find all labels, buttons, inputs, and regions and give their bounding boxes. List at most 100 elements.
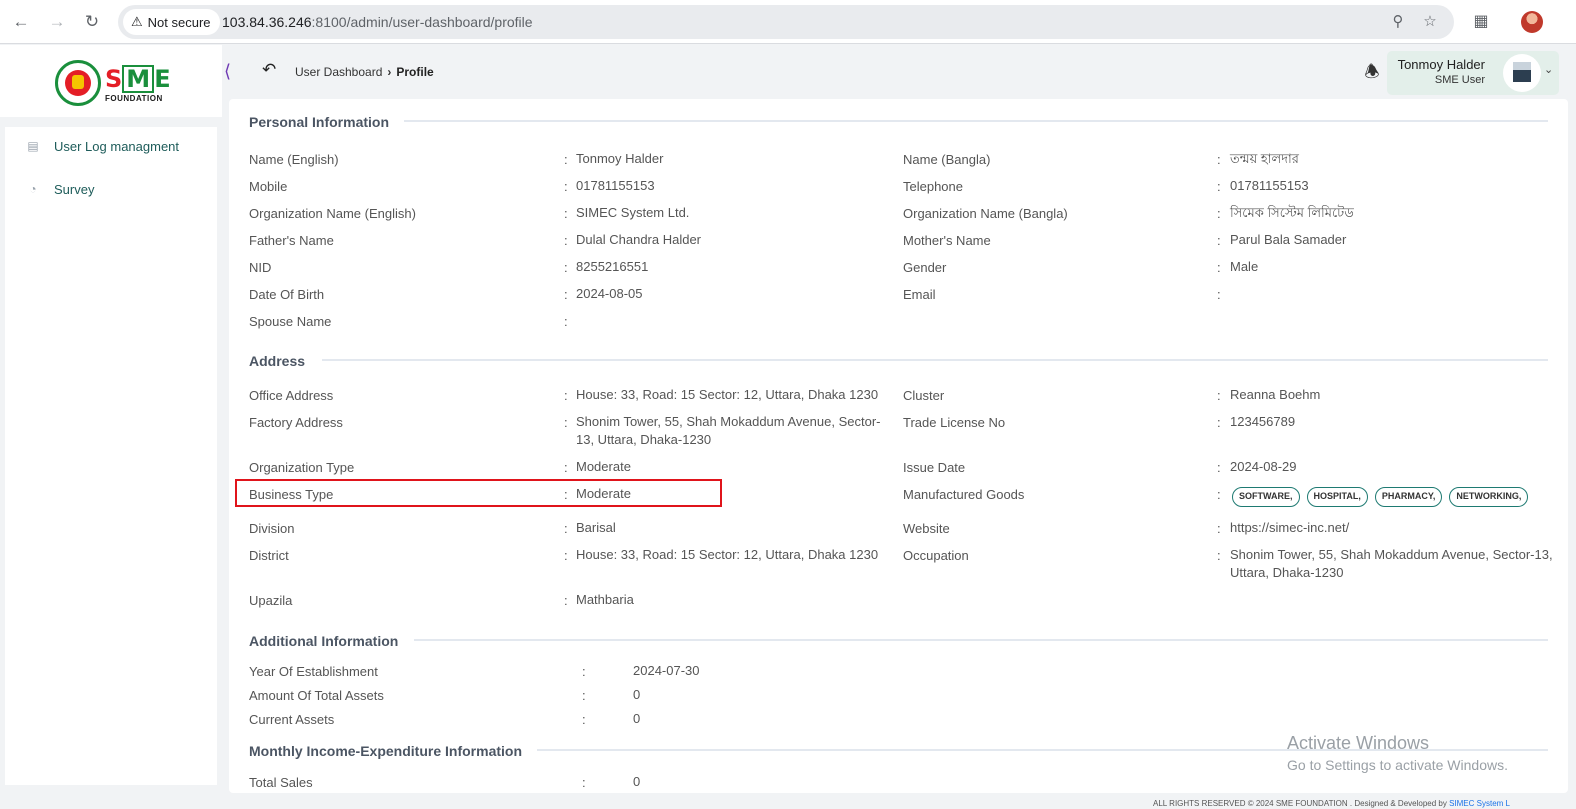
reload-icon[interactable]: ↻ bbox=[81, 11, 103, 33]
back-icon[interactable]: ← bbox=[10, 11, 32, 33]
field-value: Parul Bala Samader bbox=[1230, 232, 1347, 247]
field-value: House: 33, Road: 15 Sector: 12, Uttara, … bbox=[576, 387, 879, 402]
field-label: Website bbox=[903, 521, 950, 536]
url-path: :8100/admin/user-dashboard/profile bbox=[311, 14, 533, 30]
field-label: District bbox=[249, 548, 289, 563]
field-value: 0 bbox=[633, 774, 641, 789]
colon: : bbox=[582, 712, 586, 727]
avatar bbox=[1503, 54, 1541, 92]
logo-subtitle: FOUNDATION bbox=[105, 94, 163, 103]
website-link[interactable]: https://simec-inc.net/ bbox=[1230, 519, 1349, 537]
colon: : bbox=[564, 314, 568, 329]
address-bar[interactable]: ⚠ Not secure 103.84.36.246:8100/admin/us… bbox=[118, 5, 1454, 39]
breadcrumb: User Dashboard › Profile bbox=[295, 65, 434, 79]
field-label: Manufactured Goods bbox=[903, 487, 1025, 502]
field-value: Shonim Tower, 55, Shah Mokaddum Avenue, … bbox=[576, 414, 881, 447]
colon: : bbox=[1217, 388, 1221, 403]
field-label: Spouse Name bbox=[249, 314, 332, 329]
field-value: 123456789 bbox=[1230, 414, 1296, 429]
field-label: NID bbox=[249, 260, 272, 275]
undo-back-icon[interactable]: ↶ bbox=[262, 60, 280, 80]
field-value: 01781155153 bbox=[1230, 178, 1309, 193]
field-value: Mathbaria bbox=[576, 592, 634, 607]
colon: : bbox=[1217, 206, 1221, 221]
field-value: তন্ময় হালদার bbox=[1230, 151, 1299, 166]
colon: : bbox=[1217, 460, 1221, 475]
sidebar-item-survey[interactable]: ◔ Survey bbox=[5, 172, 217, 206]
footer-brand-link[interactable]: SIMEC System L bbox=[1449, 799, 1510, 808]
browser-profile-avatar[interactable] bbox=[1521, 11, 1543, 33]
field-label: Date Of Birth bbox=[249, 287, 325, 302]
sidebar: ▤ User Log managment ◔ Survey bbox=[5, 127, 217, 785]
field-value: Reanna Boehm bbox=[1230, 387, 1321, 402]
url-text[interactable]: 103.84.36.246:8100/admin/user-dashboard/… bbox=[222, 14, 533, 30]
url-host: 103.84.36.246 bbox=[222, 14, 312, 30]
field-value: 2024-08-29 bbox=[1230, 459, 1297, 474]
field-label: Business Type bbox=[249, 487, 334, 502]
colon: : bbox=[564, 548, 568, 563]
section-title-address: Address bbox=[249, 353, 306, 369]
colon: : bbox=[564, 487, 568, 502]
sidebar-item-label: Survey bbox=[54, 181, 95, 197]
field-label: Occupation bbox=[903, 548, 969, 563]
breadcrumb-user-dashboard[interactable]: User Dashboard bbox=[295, 65, 382, 79]
field-value: 0 bbox=[633, 711, 641, 726]
field-label: Father's Name bbox=[249, 233, 334, 248]
field-value: 2024-07-30 bbox=[633, 663, 700, 678]
zoom-icon[interactable]: ⚲ bbox=[1388, 12, 1408, 32]
colon: : bbox=[582, 775, 586, 790]
field-value: House: 33, Road: 15 Sector: 12, Uttara, … bbox=[576, 547, 879, 562]
field-label: Organization Name (Bangla) bbox=[903, 206, 1068, 221]
sidebar-collapse-icon[interactable]: ⟨ bbox=[224, 60, 240, 82]
colon: : bbox=[564, 521, 568, 536]
sme-foundation-logo[interactable]: SME FOUNDATION bbox=[105, 63, 171, 103]
field-label: Name (Bangla) bbox=[903, 152, 991, 167]
colon: : bbox=[564, 179, 568, 194]
user-log-icon: ▤ bbox=[27, 139, 39, 153]
browser-toolbar: ← → ↻ ⚠ Not secure 103.84.36.246:8100/ad… bbox=[0, 0, 1576, 44]
colon: : bbox=[582, 664, 586, 679]
field-label: Division bbox=[249, 521, 295, 536]
colon: : bbox=[1217, 233, 1221, 248]
field-value: Tonmoy Halder bbox=[576, 151, 664, 166]
field-value: Barisal bbox=[576, 520, 616, 535]
goods-tag: PHARMACY, bbox=[1374, 487, 1443, 507]
colon: : bbox=[564, 460, 568, 475]
chevron-down-icon[interactable]: ⌄ bbox=[1544, 63, 1553, 76]
section-divider bbox=[404, 120, 1548, 122]
extensions-icon[interactable]: ▦ bbox=[1470, 11, 1492, 33]
sidebar-item-label: User Log managment bbox=[54, 138, 180, 154]
colon: : bbox=[564, 415, 568, 430]
section-title-additional: Additional Information bbox=[249, 633, 399, 649]
colon: : bbox=[564, 593, 568, 608]
field-value: Dulal Chandra Halder bbox=[576, 232, 702, 247]
field-label: Cluster bbox=[903, 388, 945, 403]
bangladesh-emblem-logo bbox=[55, 60, 101, 106]
field-label: Upazila bbox=[249, 593, 293, 608]
section-title-monthly: Monthly Income-Expenditure Information bbox=[249, 743, 523, 759]
user-menu[interactable]: Tonmoy Halder SME User ⌄ bbox=[1387, 51, 1559, 95]
goods-tag: SOFTWARE, bbox=[1232, 487, 1300, 507]
field-label: Current Assets bbox=[249, 712, 335, 727]
field-label: Total Sales bbox=[249, 775, 313, 790]
star-icon[interactable]: ☆ bbox=[1420, 12, 1440, 32]
field-value: 0 bbox=[633, 687, 641, 702]
field-label: Office Address bbox=[249, 388, 334, 403]
breadcrumb-profile: Profile bbox=[396, 65, 434, 79]
chevron-right-icon: › bbox=[387, 65, 392, 79]
forward-icon[interactable]: → bbox=[46, 11, 68, 33]
colon: : bbox=[1217, 260, 1221, 275]
colon: : bbox=[1217, 548, 1221, 563]
field-label: Organization Name (English) bbox=[249, 206, 416, 221]
colon: : bbox=[1217, 487, 1221, 502]
security-chip[interactable]: ⚠ Not secure bbox=[123, 9, 220, 35]
field-label: Factory Address bbox=[249, 415, 343, 430]
field-label: Mother's Name bbox=[903, 233, 991, 248]
sidebar-item-user-log[interactable]: ▤ User Log managment bbox=[5, 129, 217, 163]
security-label: Not secure bbox=[147, 14, 211, 30]
field-label: Gender bbox=[903, 260, 947, 275]
field-value: 2024-08-05 bbox=[576, 286, 643, 301]
colon: : bbox=[1217, 521, 1221, 536]
warning-icon: ⚠ bbox=[131, 14, 143, 29]
bell-icon[interactable]: 🕭 bbox=[1362, 60, 1382, 84]
